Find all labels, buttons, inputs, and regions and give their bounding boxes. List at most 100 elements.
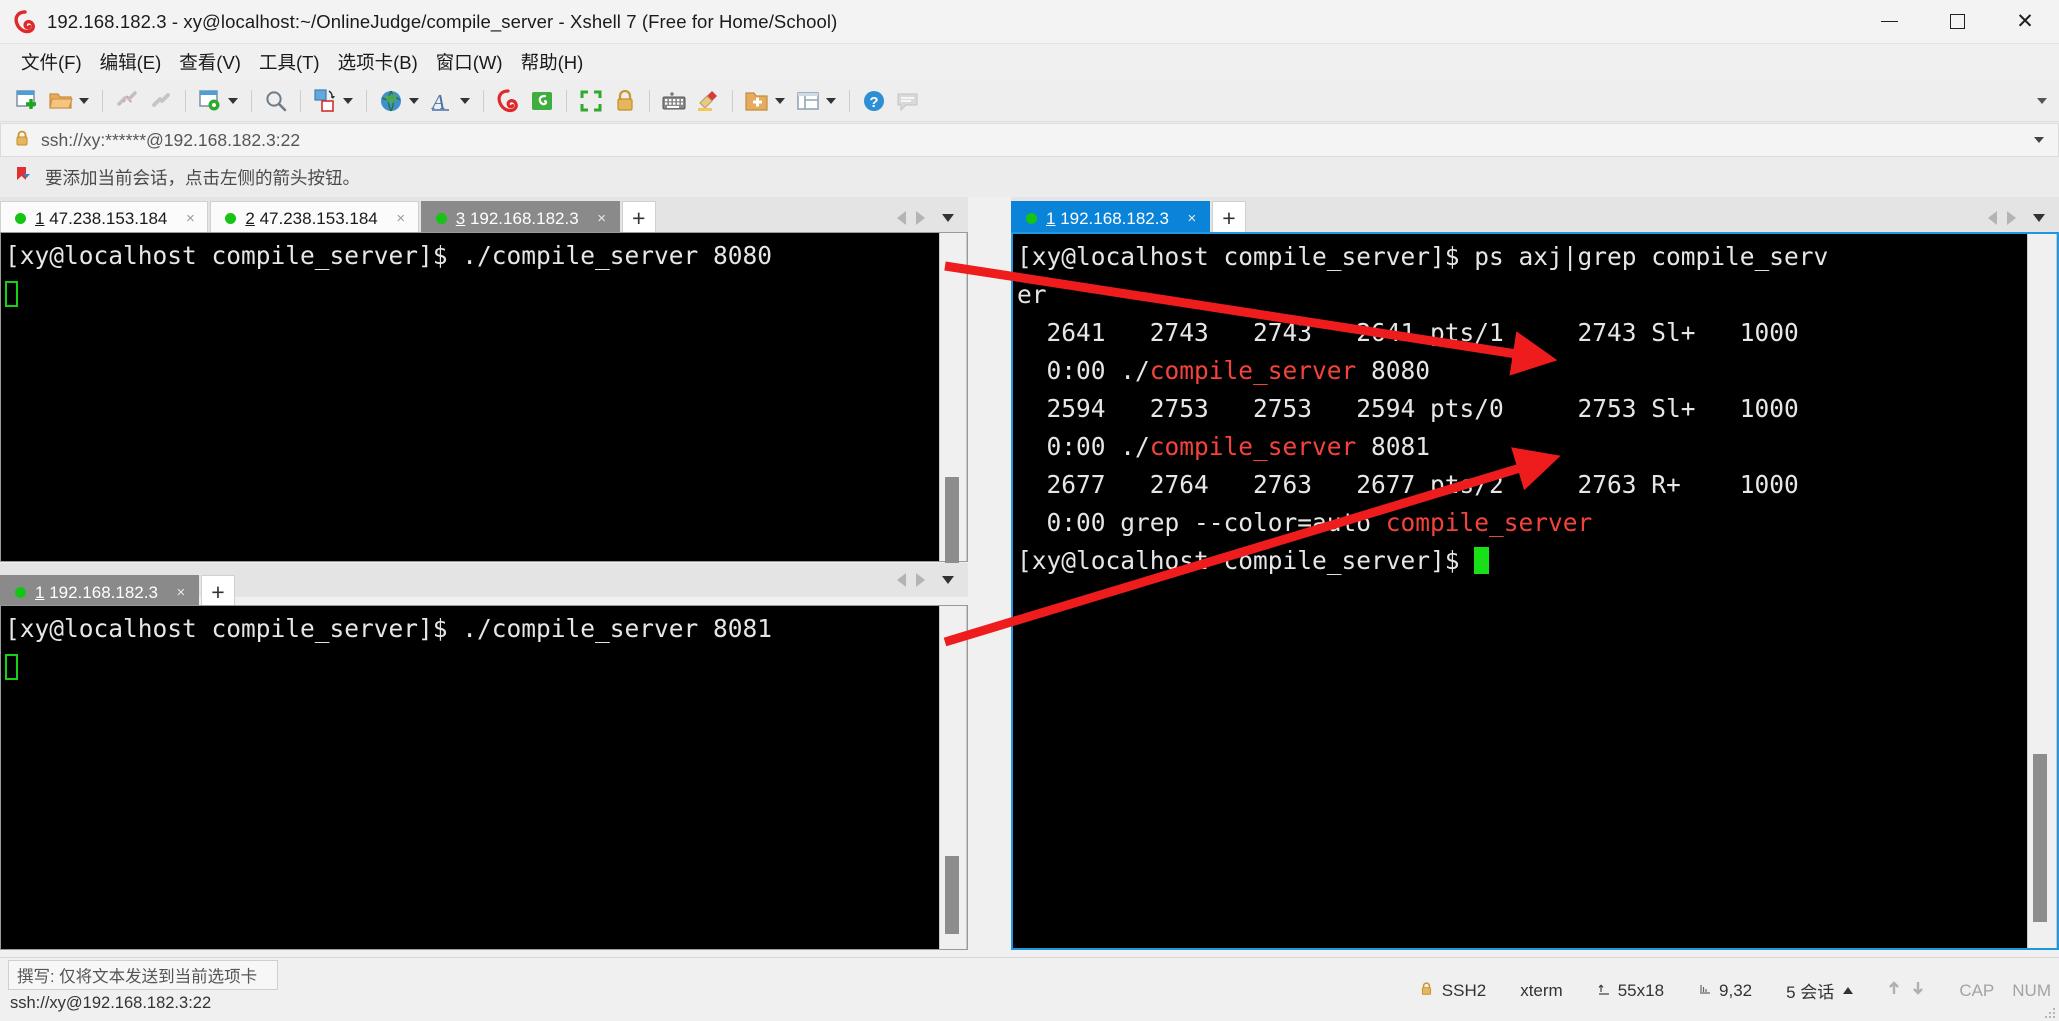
tab-1-192-168-182-3-right[interactable]: 1 192.168.182.3 × <box>1011 201 1210 235</box>
lock-icon <box>13 129 31 152</box>
tab-scroll-left-icon[interactable] <box>1988 211 1997 225</box>
toolbar-disconnect-button[interactable] <box>110 84 144 118</box>
terminal-right-scrollbar[interactable] <box>2027 234 2057 948</box>
terminal-left-bottom-scrollbar[interactable] <box>939 606 967 949</box>
menu-tools[interactable]: 工具(T) <box>250 46 329 78</box>
scrollbar-thumb[interactable] <box>2033 754 2047 922</box>
tab-1-47-238-153-184[interactable]: 1 47.238.153.184 × <box>0 201 208 235</box>
compose-bar[interactable]: 撰写: 仅将文本发送到当前选项卡 <box>8 960 278 990</box>
toolbar-fullscreen-button[interactable] <box>574 84 608 118</box>
sessions-caret-icon[interactable] <box>1843 987 1853 994</box>
terminal-line: 0:00 ./compile_server 8080 <box>1017 352 2027 390</box>
terminal-text: [xy@localhost compile_server]$ <box>1017 546 1474 575</box>
toolbar-separator <box>483 90 484 112</box>
tab-close-icon[interactable]: × <box>183 210 197 227</box>
toolbar-xftp-button[interactable] <box>525 84 559 118</box>
terminal-cursor <box>5 281 18 307</box>
menu-view[interactable]: 查看(V) <box>170 46 250 78</box>
toolbar-properties-button[interactable] <box>193 84 244 118</box>
menu-help[interactable]: 帮助(H) <box>512 46 593 78</box>
tab-list-caret-icon[interactable] <box>942 214 954 222</box>
address-dropdown-caret[interactable] <box>2034 137 2044 143</box>
tab-scroll-right-icon[interactable] <box>2007 211 2016 225</box>
new-tab-button-right[interactable]: + <box>1212 201 1246 235</box>
toolbar-new-session-button[interactable] <box>10 84 44 118</box>
open-dropdown-caret[interactable] <box>79 98 89 104</box>
menu-window[interactable]: 窗口(W) <box>427 46 512 78</box>
toolbar-open-button[interactable] <box>44 84 95 118</box>
menu-edit[interactable]: 编辑(E) <box>91 46 171 78</box>
terminal-left-top-scrollbar[interactable] <box>939 233 967 561</box>
properties-dropdown-caret[interactable] <box>228 98 238 104</box>
terminal-prompt: [xy@localhost compile_server]$ <box>5 614 462 643</box>
tab-label: 47.238.153.184 <box>44 209 167 228</box>
transfer-dropdown-caret[interactable] <box>343 98 353 104</box>
tab-label: 192.168.182.3 <box>465 209 578 228</box>
tab-number: 2 <box>245 209 254 228</box>
tab-list-caret-icon[interactable] <box>2033 214 2045 222</box>
reconnect-icon <box>148 88 174 114</box>
status-protocol: SSH2 <box>1442 981 1486 1001</box>
resize-grip-icon[interactable] <box>2044 1006 2056 1018</box>
toolbar-globe-button[interactable] <box>374 84 425 118</box>
menu-tabs[interactable]: 选项卡(B) <box>329 46 427 78</box>
tab-close-icon[interactable]: × <box>1185 210 1199 227</box>
toolbar-xshell-button[interactable] <box>491 84 525 118</box>
toolbar-font-button[interactable]: A <box>425 84 476 118</box>
new-tab-button-lower[interactable]: + <box>201 575 235 609</box>
status-num-indicator: NUM <box>2012 981 2051 1001</box>
terminal-right[interactable]: [xy@localhost compile_server]$ ps axj|gr… <box>1013 234 2027 948</box>
tab-close-icon[interactable]: × <box>174 584 188 601</box>
terminal-command: ./compile_server 8081 <box>462 614 772 643</box>
status-cursor-pos: 9,32 <box>1719 981 1752 1001</box>
terminal-text: 2677 2764 2763 2677 pts/2 2763 R+ 1000 <box>1017 470 1799 499</box>
right-terminal-panel: [xy@localhost compile_server]$ ps axj|gr… <box>1011 232 2059 950</box>
xshell-logo-icon <box>12 9 38 35</box>
minimize-button[interactable] <box>1855 0 1923 44</box>
tab-scroll-right-icon[interactable] <box>916 211 925 225</box>
new-folder-dropdown-caret[interactable] <box>775 98 785 104</box>
terminal-command: ./compile_server 8080 <box>462 241 772 270</box>
toolbar-overflow-caret[interactable] <box>2037 98 2047 104</box>
keyboard-icon <box>661 88 687 114</box>
tab-close-icon[interactable]: × <box>595 210 609 227</box>
toolbar-new-folder-button[interactable] <box>740 84 791 118</box>
toolbar-keyboard-button[interactable] <box>657 84 691 118</box>
toolbar-highlight-button[interactable] <box>691 84 725 118</box>
toolbar-feedback-button[interactable] <box>891 84 925 118</box>
terminal-text-highlight: compile_server <box>1150 432 1357 461</box>
terminal-left-top[interactable]: [xy@localhost compile_server]$ ./compile… <box>1 233 939 561</box>
close-button[interactable]: ✕ <box>1991 0 2059 44</box>
terminal-left-bottom[interactable]: [xy@localhost compile_server]$ ./compile… <box>1 606 939 949</box>
toolbar-reconnect-button[interactable] <box>144 84 178 118</box>
terminal-text: 2594 2753 2753 2594 pts/0 2753 Sl+ 1000 <box>1017 394 1799 423</box>
tab-close-icon[interactable]: × <box>394 210 408 227</box>
layout-dropdown-caret[interactable] <box>826 98 836 104</box>
terminal-text-highlight: compile_server <box>1386 508 1593 537</box>
highlight-icon <box>695 88 721 114</box>
toolbar-help-button[interactable]: ? <box>857 84 891 118</box>
tab-1-192-168-182-3-lower[interactable]: 1 192.168.182.3 × <box>0 575 199 609</box>
terminal-text-highlight: compile_server <box>1150 356 1357 385</box>
toolbar-layout-button[interactable] <box>791 84 842 118</box>
maximize-button[interactable] <box>1923 0 1991 44</box>
menu-file[interactable]: 文件(F) <box>12 46 91 78</box>
address-bar[interactable]: ssh://xy:******@192.168.182.3:22 <box>0 123 2059 157</box>
tab-scroll-left-icon[interactable] <box>897 211 906 225</box>
menu-bar: 文件(F) 编辑(E) 查看(V) 工具(T) 选项卡(B) 窗口(W) 帮助(… <box>0 44 2059 80</box>
terminal-text: 0:00 grep --color=auto <box>1017 508 1386 537</box>
tab-2-47-238-153-184[interactable]: 2 47.238.153.184 × <box>210 201 418 235</box>
tab-3-192-168-182-3[interactable]: 3 192.168.182.3 × <box>421 201 620 235</box>
globe-dropdown-caret[interactable] <box>409 98 419 104</box>
toolbar-transfer-button[interactable] <box>308 84 359 118</box>
tab-nav-controls-right <box>1983 201 2059 235</box>
scrollbar-thumb[interactable] <box>945 856 959 934</box>
font-dropdown-caret[interactable] <box>460 98 470 104</box>
status-sessions-item[interactable]: 5 会话 <box>1786 978 1853 1003</box>
toolbar-find-button[interactable] <box>259 84 293 118</box>
terminal-text: 0:00 ./ <box>1017 356 1150 385</box>
new-tab-button[interactable]: + <box>622 201 656 235</box>
address-input[interactable]: ssh://xy:******@192.168.182.3:22 <box>41 130 300 151</box>
terminal-text: 8080 <box>1356 356 1430 385</box>
toolbar-lock-button[interactable] <box>608 84 642 118</box>
